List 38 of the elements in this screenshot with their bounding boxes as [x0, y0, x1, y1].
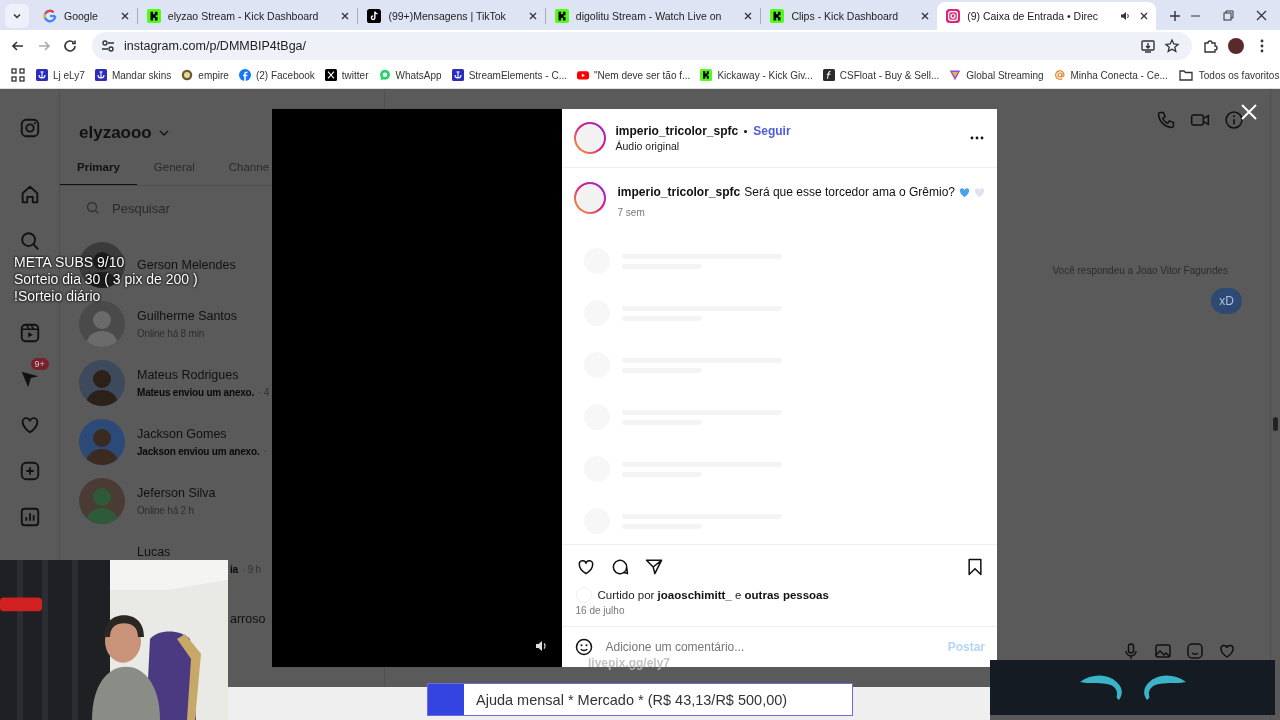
bookmark[interactable]: Global Streaming [949, 69, 1044, 81]
stream-goal-text: !Sorteio diário [14, 288, 101, 305]
bookmark[interactable]: empire [181, 69, 229, 81]
bookmark[interactable]: (2) Facebook [238, 69, 315, 81]
donation-goal-text: Ajuda mensal * Mercado * (R$ 43,13/R$ 500,00) [476, 691, 788, 708]
bookmark[interactable]: Lj eLy7 [36, 69, 85, 81]
browser-tab[interactable]: (9) Caixa de Entrada • Direc [937, 2, 1157, 30]
browser-tab[interactable]: Google [34, 2, 137, 30]
username[interactable]: imperio_tricolor_spfc [615, 124, 739, 138]
audio-label[interactable]: Áudio original [615, 140, 959, 152]
stream-goal-text: Sorteio dia 30 ( 3 pix de 200 ) [14, 271, 198, 288]
bookmark[interactable]: StreamElements - C... [451, 69, 567, 81]
caption-text: Será que esse torcedor ama o Grêmio? [744, 185, 955, 199]
bookmark[interactable]: Minha Conecta - Ce... [1053, 69, 1168, 81]
post-age: 7 sem [617, 207, 646, 218]
address-bar[interactable]: instagram.com/p/DMMBIP4tBga/ [92, 32, 1192, 60]
bookmark[interactable]: Kickaway - Kick Giv... [700, 69, 813, 81]
browser-tab[interactable]: digolitu Stream - Watch Live on [545, 2, 761, 30]
post-date: 16 de julho [574, 604, 626, 618]
likes-text: Curtido por joaoschimitt_ e outras pessoas [597, 589, 829, 601]
bookmark[interactable]: twitter [324, 69, 369, 81]
follow-button[interactable]: Seguir [753, 124, 791, 138]
message-preview: Mateus enviou um anexo. [137, 386, 255, 398]
message-preview: Jackson enviou um anexo. [137, 445, 260, 457]
browser-tab[interactable]: Clips - Kick Dashboard [761, 2, 938, 30]
message-bubble: xD [1211, 288, 1242, 314]
message-preview: ia [230, 563, 238, 575]
bookmark[interactable]: "Nem deve ser tão f... [577, 69, 691, 81]
all-bookmarks-button[interactable]: Todos os favoritos [1177, 67, 1280, 83]
stream-goal-text: META SUBS 9/10 [14, 254, 125, 271]
browser-tab[interactable]: (99+)Mensagens | TikTok [358, 2, 545, 30]
username[interactable]: imperio_tricolor_spfc [617, 185, 741, 199]
bookmark[interactable]: Mandar skins [94, 69, 172, 81]
message-time: · [263, 445, 267, 457]
notification-badge: 9+ [30, 358, 49, 370]
browser-tab[interactable]: elyzao Stream - Kick Dashboard [137, 2, 358, 30]
bookmark[interactable]: WhatsApp [378, 69, 442, 81]
bookmark[interactable]: CSFloat - Buy & Sell... [822, 69, 940, 81]
